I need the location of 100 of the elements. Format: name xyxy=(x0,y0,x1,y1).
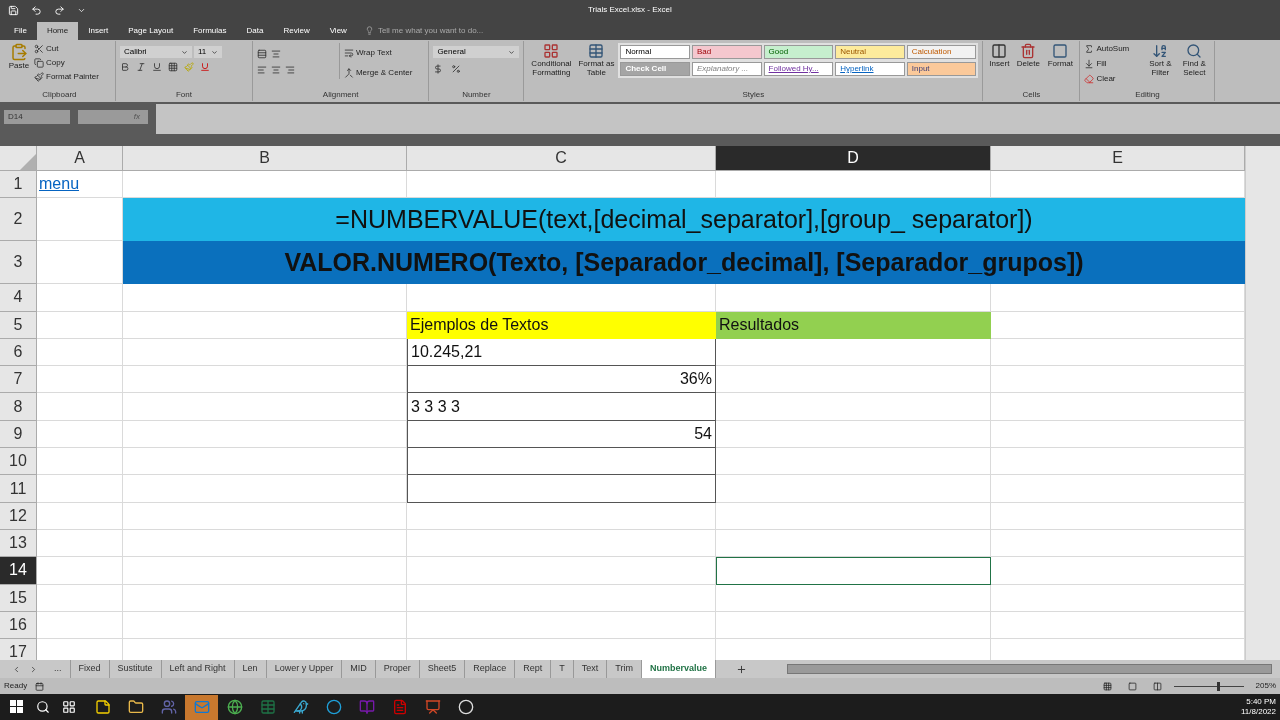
row-header[interactable]: 1 xyxy=(0,171,37,199)
insert-button[interactable]: Insert xyxy=(987,43,1012,68)
group-label: Cells xyxy=(1021,90,1042,101)
cell-style[interactable]: Explanatory ... xyxy=(691,62,762,76)
people-icon xyxy=(160,699,177,715)
calendar-icon[interactable] xyxy=(35,681,45,691)
row-header[interactable]: 16 xyxy=(0,611,37,640)
cell-style[interactable]: Neutral xyxy=(835,45,905,59)
page-layout-icon[interactable] xyxy=(1127,681,1137,691)
name-box[interactable]: D14 xyxy=(4,110,70,124)
search-icon[interactable] xyxy=(36,700,50,714)
zoom-slider-thumb[interactable] xyxy=(1216,681,1220,691)
cut-button[interactable]: Cut xyxy=(34,43,99,55)
cell-style[interactable]: Normal xyxy=(620,45,690,59)
underline-icon[interactable] xyxy=(151,62,162,72)
merge-center-button[interactable]: Merge & Center xyxy=(343,67,413,79)
horizontal-scrollbar[interactable] xyxy=(787,664,1272,674)
row-header[interactable]: 5 xyxy=(0,311,37,339)
browser-icon xyxy=(325,699,342,715)
wrap-text-button[interactable]: Wrap Text xyxy=(343,47,413,59)
sheet-tab[interactable]: Numbervalue xyxy=(641,660,716,678)
row-header[interactable]: 2 xyxy=(0,198,37,242)
formula-field[interactable] xyxy=(156,104,1280,134)
row-header[interactable]: 14 xyxy=(0,557,37,585)
ribbon-tab[interactable]: Data xyxy=(236,22,274,40)
column-header[interactable]: A xyxy=(37,146,123,170)
record-icon xyxy=(457,699,474,715)
clipboard-icon xyxy=(10,43,28,61)
ribbon-tab[interactable]: View xyxy=(319,22,357,40)
task-view-icon[interactable] xyxy=(62,700,76,714)
scroll-right-icon[interactable] xyxy=(29,664,38,674)
grid-icon xyxy=(543,43,560,59)
row-header[interactable]: 7 xyxy=(0,366,37,394)
cell-style[interactable]: Hyperlink xyxy=(835,62,905,76)
ribbon-tab[interactable]: Page Layout xyxy=(118,22,184,40)
mail-icon xyxy=(193,699,210,715)
conditional-formatting-button[interactable]: Conditional Formatting xyxy=(528,43,575,77)
paste-button[interactable]: Paste xyxy=(8,43,30,70)
row-header[interactable]: 4 xyxy=(0,284,37,312)
cell-style[interactable]: Input xyxy=(906,62,977,76)
taskbar-app[interactable] xyxy=(185,694,218,720)
find-select-button[interactable]: Find & Select xyxy=(1178,43,1211,77)
bird-icon xyxy=(292,699,309,715)
cell-style[interactable]: Bad xyxy=(691,45,762,59)
row-header[interactable]: 6 xyxy=(0,338,37,367)
sigma-icon xyxy=(1084,44,1095,54)
fill-color-icon[interactable] xyxy=(183,62,194,72)
row-header[interactable]: 17 xyxy=(0,639,37,660)
normal-view-icon[interactable] xyxy=(1102,681,1112,691)
cell-style[interactable]: Followed Hy... xyxy=(763,62,834,76)
italic-icon[interactable] xyxy=(135,62,146,72)
row-header[interactable]: 13 xyxy=(0,529,37,558)
cell-style[interactable]: Calculation xyxy=(906,45,977,59)
format-as-table-button[interactable]: Format as Table xyxy=(578,43,615,77)
autosum-button[interactable]: AutoSum xyxy=(1084,43,1143,55)
cell-style[interactable]: Good xyxy=(763,45,834,59)
ribbon-tab[interactable]: Formulas xyxy=(183,22,237,40)
row-header[interactable]: 12 xyxy=(0,502,37,530)
clear-button[interactable]: Clear xyxy=(1084,73,1143,85)
group-label: Styles xyxy=(741,90,766,101)
windows-icon[interactable] xyxy=(10,700,24,714)
bold-icon[interactable] xyxy=(119,62,130,72)
scroll-left-icon[interactable] xyxy=(12,664,21,674)
redo-icon[interactable] xyxy=(54,4,65,16)
format-button[interactable]: Format xyxy=(1045,43,1076,68)
undo-icon[interactable] xyxy=(31,4,42,16)
column-header[interactable]: B xyxy=(123,146,407,170)
menu-link[interactable]: menu xyxy=(39,172,80,197)
format-painter-button[interactable]: Format Painter xyxy=(34,71,99,83)
ribbon-tab[interactable]: Home xyxy=(36,22,79,40)
number-format-dropdown[interactable]: General xyxy=(433,46,520,58)
currency-icon[interactable] xyxy=(433,64,444,74)
vertical-scrollbar[interactable] xyxy=(1245,146,1280,660)
font-color-icon[interactable] xyxy=(199,62,210,72)
sort-filter-button[interactable]: Sort & Filter xyxy=(1146,43,1175,77)
columns-icon xyxy=(991,43,1008,59)
add-sheet-icon[interactable] xyxy=(736,663,747,675)
selected-cell[interactable] xyxy=(716,557,991,585)
caret-icon xyxy=(210,48,218,56)
page-break-icon[interactable] xyxy=(1152,681,1162,691)
font-size-dropdown[interactable]: 11 xyxy=(193,46,222,58)
ribbon-tab[interactable]: File xyxy=(4,22,37,40)
save-icon[interactable] xyxy=(8,4,19,16)
column-header[interactable]: D xyxy=(716,146,991,170)
borders-icon[interactable] xyxy=(167,62,178,72)
ribbon-tab[interactable]: Review xyxy=(273,22,320,40)
copy-button[interactable]: Copy xyxy=(34,57,99,69)
row-header[interactable]: 9 xyxy=(0,420,37,449)
delete-button[interactable]: Delete xyxy=(1015,43,1042,68)
align-top-icon[interactable] xyxy=(256,49,267,59)
row-header[interactable]: 3 xyxy=(0,241,37,285)
ribbon-tab[interactable]: Insert xyxy=(78,22,119,40)
fill-button[interactable]: Fill xyxy=(1084,58,1143,70)
row-header[interactable]: 15 xyxy=(0,584,37,612)
percent-icon[interactable] xyxy=(451,64,462,74)
row-header[interactable]: 10 xyxy=(0,448,37,476)
tell-me-field[interactable]: Tell me what you want to do... xyxy=(373,22,488,40)
row-header[interactable]: 8 xyxy=(0,393,37,421)
font-dropdown[interactable]: Calibri xyxy=(119,46,192,58)
row-header[interactable]: 11 xyxy=(0,475,37,503)
